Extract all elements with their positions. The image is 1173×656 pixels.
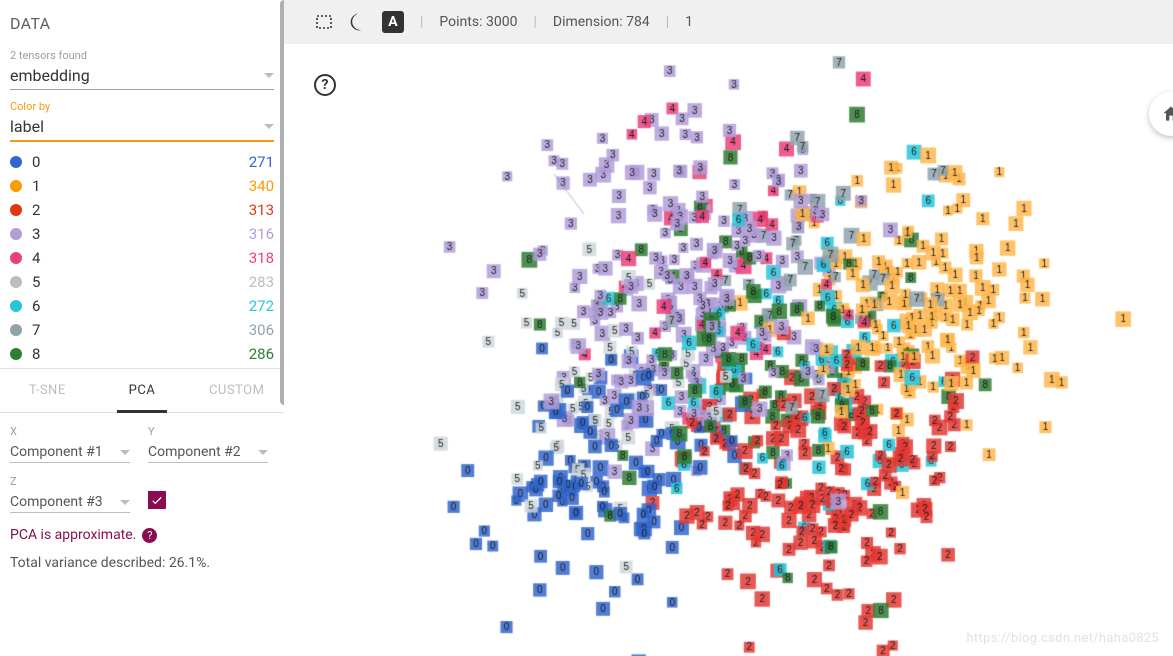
dimension-stat: Dimension: 784 [553, 14, 650, 30]
legend-swatch [10, 156, 22, 168]
legend-swatch [10, 228, 22, 240]
trailing-stat: 1 [685, 14, 693, 30]
toolbar: A | Points: 3000 | Dimension: 784 | 1 [284, 0, 1173, 44]
legend-label: 8 [32, 345, 40, 363]
legend-row[interactable]: 1 340 [10, 174, 274, 198]
legend-count: 271 [249, 153, 274, 171]
legend-row[interactable]: 4 318 [10, 246, 274, 270]
legend-swatch [10, 276, 22, 288]
legend-label: 2 [32, 201, 40, 219]
legend-count: 313 [249, 201, 274, 219]
legend-label: 6 [32, 297, 40, 315]
legend-count: 286 [249, 345, 274, 363]
legend-row[interactable]: 8 286 [10, 342, 274, 366]
legend-row[interactable]: 0 271 [10, 150, 274, 174]
z-enable-checkbox[interactable] [148, 491, 166, 509]
points-stat: Points: 3000 [439, 14, 517, 30]
legend-row[interactable]: 3 316 [10, 222, 274, 246]
tab-tsne[interactable]: T-SNE [0, 369, 95, 412]
legend-swatch [10, 252, 22, 264]
color-by-select[interactable]: label [10, 113, 274, 142]
pca-approx-note: PCA is approximate. ? [0, 513, 284, 543]
legend-row[interactable]: 7 306 [10, 318, 274, 342]
data-panel-title: DATA [0, 0, 284, 41]
projection-tabs: T-SNE PCA CUSTOM [0, 368, 284, 413]
legend-label: 5 [32, 273, 40, 291]
separator: | [420, 14, 423, 30]
legend: 0 271 1 340 2 313 3 316 4 318 5 283 6 272 7 306 8 286 [0, 144, 284, 366]
home-icon [1161, 104, 1173, 124]
legend-row[interactable]: 6 272 [10, 294, 274, 318]
legend-count: 318 [249, 249, 274, 267]
color-by-value: label [10, 117, 44, 136]
chevron-down-icon [264, 124, 274, 129]
legend-label: 0 [32, 153, 40, 171]
separator: | [533, 14, 536, 30]
separator: | [666, 14, 669, 30]
x-axis-label: X [10, 425, 130, 438]
legend-label: 7 [32, 321, 40, 339]
z-component-value: Component #3 [10, 494, 103, 510]
y-axis-label: Y [148, 425, 268, 438]
legend-count: 340 [249, 177, 274, 195]
check-icon [150, 493, 164, 507]
legend-row[interactable]: 5 283 [10, 270, 274, 294]
legend-swatch [10, 348, 22, 360]
legend-label: 4 [32, 249, 40, 267]
legend-label: 1 [32, 177, 40, 195]
chevron-down-icon [120, 500, 130, 505]
legend-swatch [10, 180, 22, 192]
tensor-select-value: embedding [10, 66, 90, 85]
chevron-down-icon [264, 73, 274, 78]
z-component-select[interactable]: Component #3 [10, 492, 130, 513]
select-box-icon[interactable] [314, 11, 336, 33]
z-axis-label: Z [10, 475, 130, 488]
legend-label: 3 [32, 225, 40, 243]
y-component-select[interactable]: Component #2 [148, 442, 268, 463]
color-by-label: Color by [0, 100, 284, 113]
help-icon[interactable]: ? [142, 528, 157, 543]
night-mode-icon[interactable] [348, 11, 370, 33]
tensor-select[interactable]: embedding [10, 62, 274, 90]
watermark: https://blog.csdn.net/haha0825 [966, 631, 1159, 646]
legend-row[interactable]: 2 313 [10, 198, 274, 222]
x-component-value: Component #1 [10, 444, 103, 460]
chevron-down-icon [120, 450, 130, 455]
legend-count: 306 [249, 321, 274, 339]
legend-swatch [10, 300, 22, 312]
pca-controls: X Component #1 Y Component #2 Z [0, 413, 284, 513]
tab-custom[interactable]: CUSTOM [189, 369, 284, 412]
projection-canvas[interactable]: ? https://blog.csdn.net/haha0825 [284, 44, 1173, 656]
legend-swatch [10, 204, 22, 216]
y-component-value: Component #2 [148, 444, 241, 460]
legend-count: 272 [249, 297, 274, 315]
x-component-select[interactable]: Component #1 [10, 442, 130, 463]
legend-count: 316 [249, 225, 274, 243]
legend-swatch [10, 324, 22, 336]
sidebar: DATA 2 tensors found embedding Color by … [0, 0, 284, 656]
chevron-down-icon [258, 450, 268, 455]
scatter-plot[interactable] [284, 44, 1173, 656]
main: A | Points: 3000 | Dimension: 784 | 1 ? … [284, 0, 1173, 656]
variance-text: Total variance described: 26.1%. [0, 543, 284, 571]
tab-pca[interactable]: PCA [95, 369, 190, 412]
label-mode-icon[interactable]: A [382, 11, 404, 33]
legend-count: 283 [249, 273, 274, 291]
tensors-found-label: 2 tensors found [0, 49, 284, 62]
